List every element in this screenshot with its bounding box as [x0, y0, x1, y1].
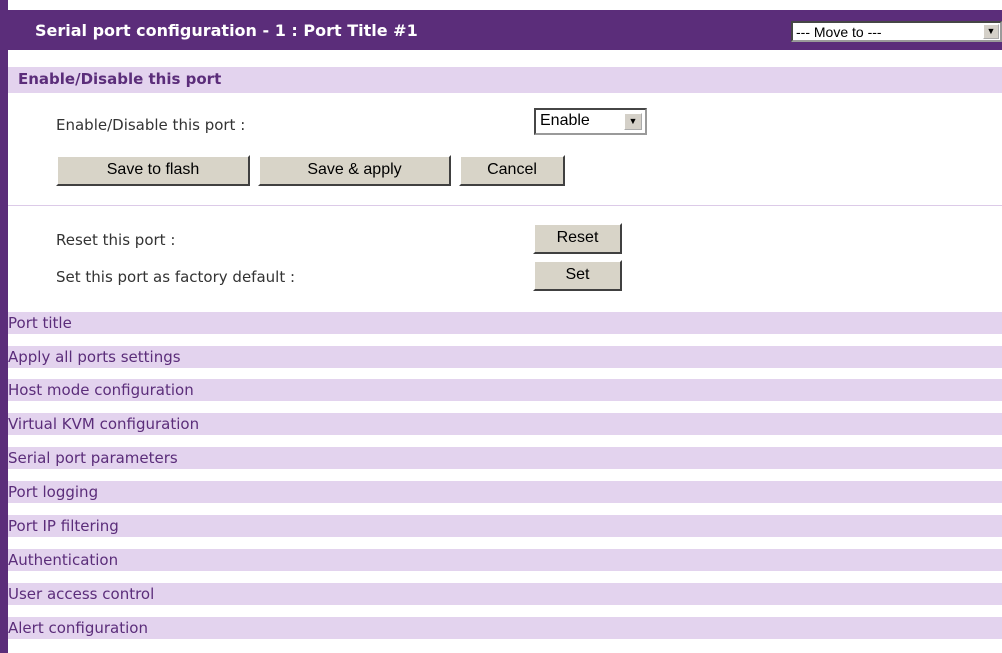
enable-field-label: Enable/Disable this port :: [56, 116, 246, 134]
set-factory-default-button[interactable]: Set: [533, 260, 622, 291]
menu-item-label[interactable]: Virtual KVM configuration: [8, 413, 199, 435]
menu-item-label[interactable]: Port logging: [8, 481, 98, 503]
menu-item-label[interactable]: Host mode configuration: [8, 379, 194, 401]
page-title: Serial port configuration - 1 : Port Tit…: [35, 21, 418, 40]
menu-item-label[interactable]: Port title: [8, 312, 72, 334]
menu-virtual-kvm[interactable]: Virtual KVM configuration: [8, 413, 1002, 435]
menu-item-label[interactable]: Apply all ports settings: [8, 346, 181, 368]
menu-item-label[interactable]: Port IP filtering: [8, 515, 119, 537]
menu-item-label[interactable]: User access control: [8, 583, 154, 605]
save-to-flash-button[interactable]: Save to flash: [56, 155, 250, 186]
enable-select[interactable]: Enable ▼: [534, 108, 647, 135]
menu-serial-parameters[interactable]: Serial port parameters: [8, 447, 1002, 469]
reset-port-label: Reset this port :: [56, 231, 176, 249]
left-frame-border: [0, 0, 8, 653]
factory-default-label: Set this port as factory default :: [56, 268, 296, 286]
menu-item-label[interactable]: Serial port parameters: [8, 447, 178, 469]
cancel-button[interactable]: Cancel: [459, 155, 565, 186]
reset-button[interactable]: Reset: [533, 223, 622, 254]
save-and-apply-button[interactable]: Save & apply: [258, 155, 451, 186]
move-to-value: --- Move to ---: [796, 24, 882, 40]
menu-port-logging[interactable]: Port logging: [8, 481, 1002, 503]
menu-apply-all-ports[interactable]: Apply all ports settings: [8, 346, 1002, 368]
enable-select-value: Enable: [540, 112, 590, 129]
menu-port-ip-filtering[interactable]: Port IP filtering: [8, 515, 1002, 537]
menu-item-label[interactable]: Authentication: [8, 549, 118, 571]
enable-section-header: Enable/Disable this port: [8, 67, 1002, 93]
menu-alert-configuration[interactable]: Alert configuration: [8, 617, 1002, 639]
menu-item-label[interactable]: Alert configuration: [8, 617, 148, 639]
menu-user-access-control[interactable]: User access control: [8, 583, 1002, 605]
enable-section-title: Enable/Disable this port: [18, 70, 222, 88]
chevron-down-icon[interactable]: ▼: [983, 24, 999, 39]
menu-host-mode[interactable]: Host mode configuration: [8, 379, 1002, 401]
menu-authentication[interactable]: Authentication: [8, 549, 1002, 571]
menu-port-title[interactable]: Port title: [8, 312, 1002, 334]
section-divider: [8, 205, 1002, 206]
chevron-down-icon[interactable]: ▼: [624, 113, 642, 130]
move-to-select[interactable]: --- Move to --- ▼: [791, 21, 1002, 42]
page-header: Serial port configuration - 1 : Port Tit…: [8, 10, 1002, 50]
